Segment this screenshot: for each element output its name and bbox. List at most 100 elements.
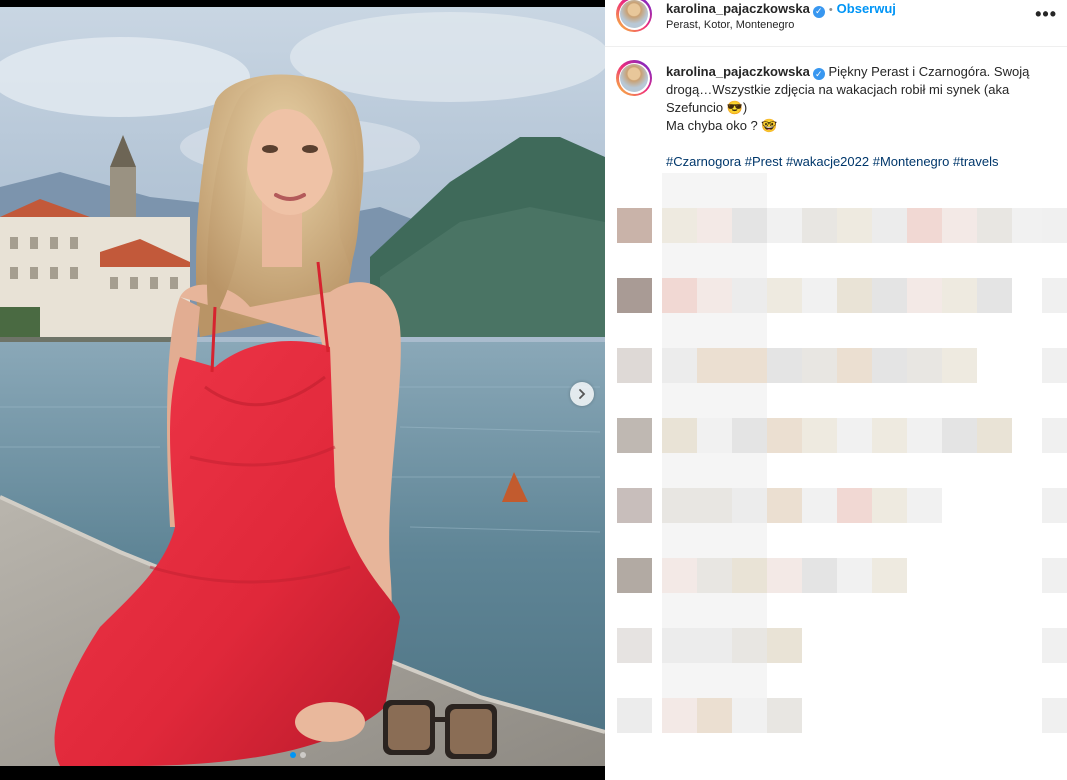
blurred-comment-meta [662, 523, 767, 558]
blurred-comment-block [767, 698, 802, 733]
blurred-like-icon [1042, 628, 1067, 663]
blurred-comment-meta [662, 663, 767, 698]
hashtag-link[interactable]: #Czarnogora [666, 154, 741, 169]
blurred-comment-block [942, 278, 977, 313]
caption-text-line2: Ma chyba oko ? 🤓 [666, 118, 778, 133]
blurred-comment-block [907, 348, 942, 383]
blurred-comment-block [662, 488, 697, 523]
blurred-avatar [617, 488, 652, 523]
blurred-like-icon [1042, 698, 1067, 733]
blurred-comment-block [802, 558, 837, 593]
hashtag-link[interactable]: #Montenegro [873, 154, 950, 169]
blurred-comment-block [977, 418, 1012, 453]
blurred-comment-block [767, 628, 802, 663]
blurred-comment-block [837, 558, 872, 593]
blurred-comment-block [942, 348, 977, 383]
caption-avatar[interactable] [616, 60, 652, 96]
blurred-comment-block [802, 348, 837, 383]
blurred-comment-block [977, 208, 1012, 243]
follow-button[interactable]: Obserwuj [837, 1, 896, 16]
blurred-comment-block [872, 208, 907, 243]
blurred-like-icon [1042, 278, 1067, 313]
top-border [0, 0, 605, 7]
bottom-border [0, 766, 605, 780]
blurred-comment-block [837, 488, 872, 523]
hashtag-link[interactable]: #Prest [745, 154, 783, 169]
blurred-comment-block [732, 208, 767, 243]
post-caption: karolina_pajaczkowska ✓ Piękny Perast i C… [666, 63, 1051, 171]
caption-username[interactable]: karolina_pajaczkowska [666, 64, 810, 79]
separator-dot: • [828, 4, 833, 16]
blurred-avatar [617, 698, 652, 733]
blurred-comment-block [872, 348, 907, 383]
blurred-comment-block [697, 558, 732, 593]
blurred-comment-block [1012, 208, 1047, 243]
blurred-comment-block [732, 558, 767, 593]
author-username[interactable]: karolina_pajaczkowska [666, 1, 810, 16]
blurred-comment-block [697, 418, 732, 453]
post-details-panel: karolina_pajaczkowska ✓ • Obserwuj Perast, … [605, 0, 1067, 780]
pixelated-comments-area [605, 168, 1067, 780]
pixelated-comments [617, 173, 1067, 733]
blurred-comment-block [767, 558, 802, 593]
hashtag-link[interactable]: #wakacje2022 [786, 154, 869, 169]
blurred-comment-block [802, 278, 837, 313]
blurred-comment-block [802, 488, 837, 523]
blurred-like-icon [1042, 208, 1067, 243]
blurred-comment-block [732, 698, 767, 733]
blurred-comment-block [767, 348, 802, 383]
carousel-dots [290, 752, 306, 758]
blurred-avatar [617, 278, 652, 313]
more-options-icon[interactable]: ••• [1035, 4, 1057, 25]
blurred-comment-block [697, 488, 732, 523]
blurred-comment-block [907, 488, 942, 523]
blurred-comment-block [837, 418, 872, 453]
blurred-comment-block [767, 488, 802, 523]
blurred-comment-block [942, 208, 977, 243]
blurred-avatar [617, 418, 652, 453]
blurred-comment-block [662, 348, 697, 383]
verified-badge-icon: ✓ [812, 68, 825, 80]
blurred-comment-block [732, 278, 767, 313]
blurred-comment-block [872, 278, 907, 313]
blurred-comment-block [977, 278, 1012, 313]
blurred-comment-block [662, 698, 697, 733]
blurred-avatar [617, 348, 652, 383]
blurred-comment-block [837, 278, 872, 313]
blurred-comment-block [697, 698, 732, 733]
next-photo-button[interactable] [570, 382, 594, 406]
blurred-comment-block [732, 628, 767, 663]
blurred-comment-block [802, 418, 837, 453]
blurred-comment-block [662, 278, 697, 313]
blurred-comment-meta [662, 173, 767, 208]
blurred-comment-block [767, 208, 802, 243]
carousel-dot-active [290, 752, 296, 758]
blurred-like-icon [1042, 418, 1067, 453]
blurred-comment-block [662, 208, 697, 243]
blurred-comment-block [942, 418, 977, 453]
blurred-like-icon [1042, 488, 1067, 523]
author-avatar[interactable] [616, 0, 652, 32]
blurred-comment-block [872, 558, 907, 593]
blurred-comment-block [767, 278, 802, 313]
blurred-like-icon [1042, 348, 1067, 383]
blurred-avatar [617, 558, 652, 593]
post-location[interactable]: Perast, Kotor, Montenegro [666, 19, 794, 31]
hashtag-link[interactable]: #travels [953, 154, 999, 169]
blurred-avatar [617, 208, 652, 243]
blurred-comment-block [837, 348, 872, 383]
blurred-comment-block [697, 208, 732, 243]
blurred-comment-block [732, 348, 767, 383]
blurred-comment-block [662, 628, 697, 663]
blurred-comment-meta [662, 313, 767, 348]
blurred-comment-block [697, 348, 732, 383]
blurred-comment-block [767, 418, 802, 453]
post-photo[interactable] [0, 7, 605, 766]
blurred-comment-block [907, 278, 942, 313]
blurred-comment-block [697, 628, 732, 663]
blurred-avatar [617, 628, 652, 663]
blurred-comment-block [907, 208, 942, 243]
photo-scene [0, 7, 605, 766]
blurred-comment-block [697, 278, 732, 313]
blurred-comment-block [872, 418, 907, 453]
